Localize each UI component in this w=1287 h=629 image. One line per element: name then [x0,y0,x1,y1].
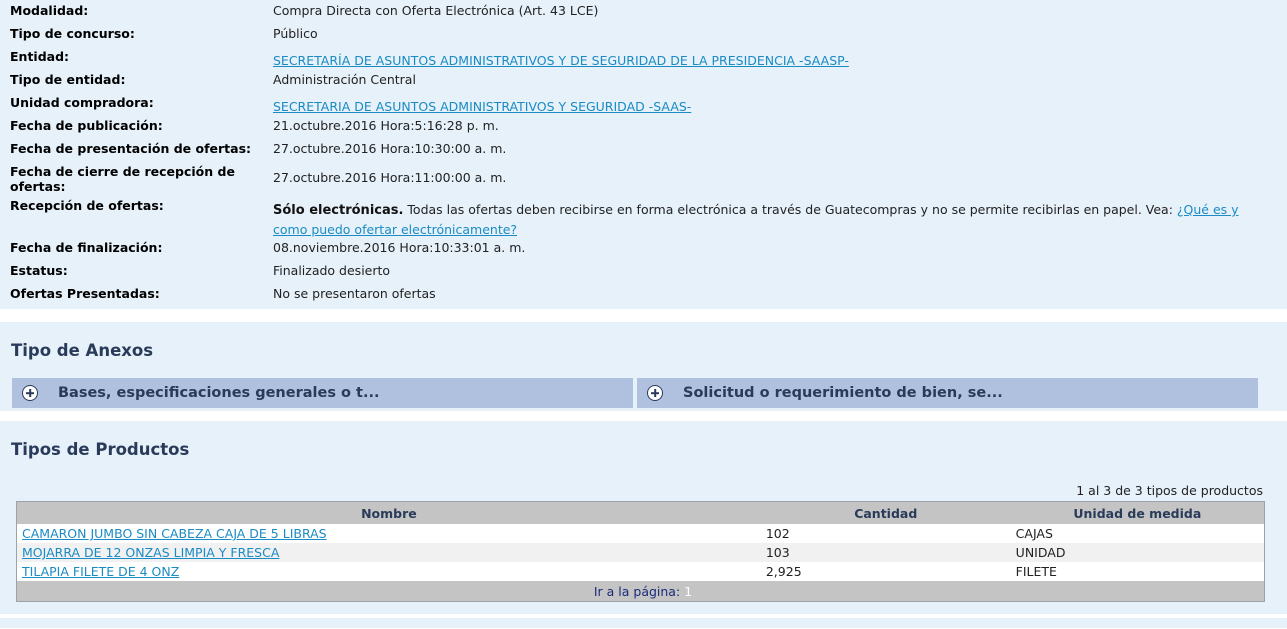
annexes-title: Tipo de Anexos [11,341,154,360]
detail-value: Público [273,26,318,41]
table-row: MOJARRA DE 12 ONZAS LIMPIA Y FRESCA 103 … [16,543,1265,562]
process-detail-panel: Modalidad: Compra Directa con Oferta Ele… [0,0,1287,309]
product-unit-cell: CAJAS [1010,524,1265,543]
reception-text: Todas las ofertas deben recibirse en for… [403,202,1177,217]
product-name-cell: TILAPIA FILETE DE 4 ONZ [16,562,761,581]
entity-link[interactable]: SECRETARÍA DE ASUNTOS ADMINISTRATIVOS Y … [273,53,849,68]
product-unit-cell: FILETE [1010,562,1265,581]
plus-icon [22,385,38,401]
buying-unit-link[interactable]: SECRETARIA DE ASUNTOS ADMINISTRATIVOS Y … [273,99,691,114]
products-panel: Tipos de Productos 1 al 3 de 3 tipos de … [0,421,1287,614]
product-link[interactable]: TILAPIA FILETE DE 4 ONZ [22,564,179,579]
annex-label: Bases, especificaciones generales o t... [58,385,380,401]
column-header-unidad[interactable]: Unidad de medida [1010,501,1265,524]
detail-label: Unidad compradora: [10,95,154,110]
product-link[interactable]: CAMARON JUMBO SIN CABEZA CAJA DE 5 LIBRA… [22,526,327,541]
detail-value: 27.octubre.2016 Hora:11:00:00 a. m. [273,170,507,185]
detail-label: Recepción de ofertas: [10,198,164,213]
status-value: Finalizado desierto [273,263,391,278]
detail-label: Tipo de entidad: [10,72,126,87]
products-title: Tipos de Productos [11,440,190,459]
products-counter: 1 al 3 de 3 tipos de productos [1076,483,1263,498]
annex-toggle-bases[interactable]: Bases, especificaciones generales o t... [12,378,633,408]
detail-value: Administración Central [273,72,416,87]
detail-label: Fecha de publicación: [10,118,163,133]
product-link[interactable]: MOJARRA DE 12 ONZAS LIMPIA Y FRESCA [22,545,279,560]
page-number-link[interactable]: 1 [684,584,692,599]
detail-value: SECRETARÍA DE ASUNTOS ADMINISTRATIVOS Y … [273,51,1258,70]
column-header-nombre[interactable]: Nombre [16,501,761,524]
detail-label: Estatus: [10,263,68,278]
pager-row: Ir a la página: 1 [16,581,1265,602]
detail-label: Ofertas Presentadas: [10,286,160,301]
annex-label: Solicitud o requerimiento de bien, se... [683,385,1003,401]
table-row: CAMARON JUMBO SIN CABEZA CAJA DE 5 LIBRA… [16,524,1265,543]
detail-value: 08.noviembre.2016 Hora:10:33:01 a. m. [273,240,526,255]
next-panel-edge [0,618,1287,628]
table-row: TILAPIA FILETE DE 4 ONZ 2,925 FILETE [16,562,1265,581]
detail-label: Fecha de cierre de recepción de ofertas: [10,164,235,194]
product-qty-cell: 2,925 [760,562,1011,581]
detail-label: Fecha de finalización: [10,240,163,255]
product-unit-cell: UNIDAD [1010,543,1265,562]
reception-mode: Sólo electrónicas. [273,203,404,218]
detail-label: Modalidad: [10,3,89,18]
detail-value: Compra Directa con Oferta Electrónica (A… [273,3,599,18]
detail-label: Fecha de presentación de ofertas: [10,141,252,156]
annex-toggle-solicitud[interactable]: Solicitud o requerimiento de bien, se... [637,378,1258,408]
product-qty-cell: 102 [760,524,1011,543]
product-name-cell: CAMARON JUMBO SIN CABEZA CAJA DE 5 LIBRA… [16,524,761,543]
detail-value: 21.octubre.2016 Hora:5:16:28 p. m. [273,118,499,133]
detail-value: SECRETARIA DE ASUNTOS ADMINISTRATIVOS Y … [273,97,1258,116]
table-header-row: Nombre Cantidad Unidad de medida [16,501,1265,524]
product-name-cell: MOJARRA DE 12 ONZAS LIMPIA Y FRESCA [16,543,761,562]
pager-cell: Ir a la página: 1 [16,581,1265,602]
pager-label: Ir a la página: [593,583,681,599]
column-header-cantidad[interactable]: Cantidad [760,501,1011,524]
product-qty-cell: 103 [760,543,1011,562]
detail-value: No se presentaron ofertas [273,286,436,301]
detail-label: Entidad: [10,49,70,64]
products-table: Nombre Cantidad Unidad de medida CAMARON… [16,501,1265,602]
detail-label: Tipo de concurso: [10,26,135,41]
detail-value: 27.octubre.2016 Hora:10:30:00 a. m. [273,141,507,156]
detail-value: Sólo electrónicas. Todas las ofertas deb… [273,200,1258,239]
annexes-panel: Tipo de Anexos Bases, especificaciones g… [0,322,1287,411]
plus-icon [647,385,663,401]
